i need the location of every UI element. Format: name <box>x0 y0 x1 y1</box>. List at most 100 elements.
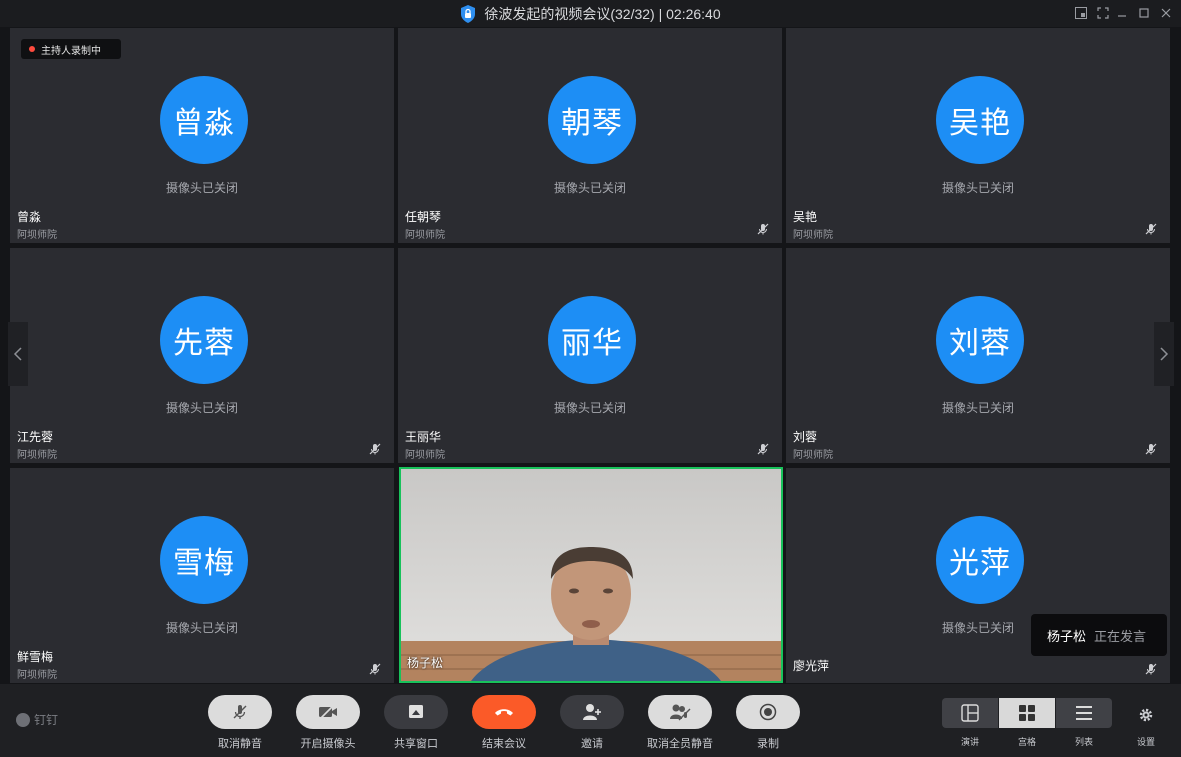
camera-off-text: 摄像头已关闭 <box>165 181 238 195</box>
next-page-button[interactable] <box>1154 322 1174 386</box>
record-label: 录制 <box>757 738 779 750</box>
participant-org: 阿坝师院 <box>405 230 445 241</box>
camera-on-button[interactable] <box>296 695 360 729</box>
participant-name: 鲜雪梅 <box>17 650 54 664</box>
layout-speaker-button[interactable] <box>942 698 998 728</box>
mic-muted-icon <box>757 223 769 235</box>
avatar: 刘蓉 <box>936 296 1024 384</box>
avatar: 雪梅 <box>160 516 248 604</box>
prev-page-button[interactable] <box>8 322 28 386</box>
chevron-right-icon <box>1160 347 1169 361</box>
camera-off-icon <box>319 704 337 720</box>
layout-grid-label: 宫格 <box>1017 737 1036 747</box>
recording-badge-text: 主持人录制中 <box>41 45 101 57</box>
invite-button[interactable] <box>560 695 624 729</box>
participant-org: 阿坝师院 <box>17 670 57 681</box>
recording-dot-icon <box>29 46 35 52</box>
participant-org: 阿坝师院 <box>17 230 57 241</box>
participant-org: 阿坝师院 <box>793 230 833 241</box>
participant-name: 曾淼 <box>17 210 42 224</box>
title-group: 徐波发起的视频会议(32/32) | 02:26:40 <box>0 0 1181 27</box>
add-user-icon <box>583 704 601 720</box>
mic-muted-icon <box>233 705 247 719</box>
active-speaker-video[interactable]: 杨子松 <box>399 467 783 683</box>
layout-speaker-label: 演讲 <box>960 737 979 747</box>
mic-muted-icon <box>1145 223 1157 235</box>
meeting-window: 徐波发起的视频会议(32/32) | 02:26:40 主持人录制中 曾淼 摄像… <box>0 0 1181 757</box>
layout-list-label: 列表 <box>1074 737 1093 747</box>
dingtalk-logo-icon <box>16 712 30 727</box>
layout-list-button[interactable] <box>1056 698 1112 728</box>
participant-org: 阿坝师院 <box>405 450 445 461</box>
participant-org: 阿坝师院 <box>793 450 833 461</box>
participant-tile[interactable]: 主持人录制中 曾淼 摄像头已关闭 曾淼 阿坝师院 <box>10 28 394 243</box>
camera-off-text: 摄像头已关闭 <box>165 621 238 635</box>
participant-name: 廖光萍 <box>793 659 830 673</box>
participant-org: 阿坝师院 <box>17 450 57 461</box>
camera-off-text: 摄像头已关闭 <box>553 181 626 195</box>
participant-name: 任朝琴 <box>405 210 442 224</box>
camera-off-text: 摄像头已关闭 <box>553 401 626 415</box>
mic-muted-icon <box>369 443 381 455</box>
participant-name: 江先蓉 <box>17 430 54 444</box>
avatar: 吴艳 <box>936 76 1024 164</box>
meeting-toolbar: 钉钉 取消静音 开启摄像头 共享窗口 结束会议 邀请 取消全员静音 录制 演讲 … <box>0 684 1181 757</box>
invite-label: 邀请 <box>581 738 603 750</box>
unmute-all-label: 取消全员静音 <box>647 738 713 750</box>
mic-muted-icon <box>369 663 381 675</box>
avatar: 曾淼 <box>160 76 248 164</box>
speaker-layout-icon <box>961 704 979 722</box>
mic-muted-icon <box>1145 663 1157 675</box>
fullscreen-icon[interactable] <box>1093 3 1113 23</box>
mic-muted-icon <box>1145 443 1157 455</box>
settings-label: 设置 <box>1136 737 1155 747</box>
share-window-button[interactable] <box>384 695 448 729</box>
shield-lock-icon <box>461 4 476 23</box>
hang-up-icon <box>495 709 513 716</box>
brand-name: 钉钉 <box>34 713 59 727</box>
speaking-toast: 杨子松 正在发言 <box>1031 614 1167 656</box>
mic-muted-icon <box>757 443 769 455</box>
avatar: 丽华 <box>548 296 636 384</box>
grid-layout-icon <box>1019 705 1035 721</box>
participant-name: 王丽华 <box>405 430 442 444</box>
mute-all-icon <box>670 704 691 721</box>
participant-name: 吴艳 <box>793 210 818 224</box>
participant-tile[interactable]: 朝琴 摄像头已关闭 任朝琴 阿坝师院 <box>398 28 782 243</box>
speaking-status: 正在发言 <box>1094 628 1147 644</box>
speaking-name: 杨子松 <box>1047 628 1087 644</box>
close-icon[interactable] <box>1156 3 1176 23</box>
participant-tile[interactable]: 雪梅 摄像头已关闭 鲜雪梅 阿坝师院 <box>10 468 394 683</box>
participant-name: 刘蓉 <box>793 430 818 444</box>
avatar: 光萍 <box>936 516 1024 604</box>
end-meeting-button[interactable] <box>472 695 536 729</box>
camera-on-label: 开启摄像头 <box>300 738 356 750</box>
title-bar: 徐波发起的视频会议(32/32) | 02:26:40 <box>0 0 1181 27</box>
share-screen-icon <box>409 705 423 718</box>
layout-grid-button[interactable] <box>999 698 1055 728</box>
settings-button[interactable] <box>1132 704 1160 726</box>
unmute-all-button[interactable] <box>648 695 712 729</box>
unmute-button[interactable] <box>208 695 272 729</box>
record-icon <box>759 703 777 721</box>
pip-icon[interactable] <box>1071 3 1091 23</box>
avatar: 先蓉 <box>160 296 248 384</box>
list-layout-icon <box>1076 706 1092 720</box>
unmute-label: 取消静音 <box>218 738 262 750</box>
recording-badge: 主持人录制中 <box>21 39 121 59</box>
brand: 钉钉 <box>16 711 58 728</box>
camera-off-text: 摄像头已关闭 <box>165 401 238 415</box>
avatar: 朝琴 <box>548 76 636 164</box>
minimize-icon[interactable] <box>1112 3 1132 23</box>
end-meeting-label: 结束会议 <box>482 738 526 750</box>
participant-tile[interactable]: 吴艳 摄像头已关闭 吴艳 阿坝师院 <box>786 28 1170 243</box>
record-button[interactable] <box>736 695 800 729</box>
meeting-title: 徐波发起的视频会议(32/32) | 02:26:40 <box>484 5 721 22</box>
participant-tile[interactable]: 先蓉 摄像头已关闭 江先蓉 阿坝师院 <box>10 248 394 463</box>
participant-tile[interactable]: 刘蓉 摄像头已关闭 刘蓉 阿坝师院 <box>786 248 1170 463</box>
participant-tile[interactable]: 丽华 摄像头已关闭 王丽华 阿坝师院 <box>398 248 782 463</box>
maximize-icon[interactable] <box>1134 3 1154 23</box>
camera-off-text: 摄像头已关闭 <box>941 181 1014 195</box>
webcam-feed <box>401 469 781 681</box>
participant-name: 杨子松 <box>407 656 444 670</box>
